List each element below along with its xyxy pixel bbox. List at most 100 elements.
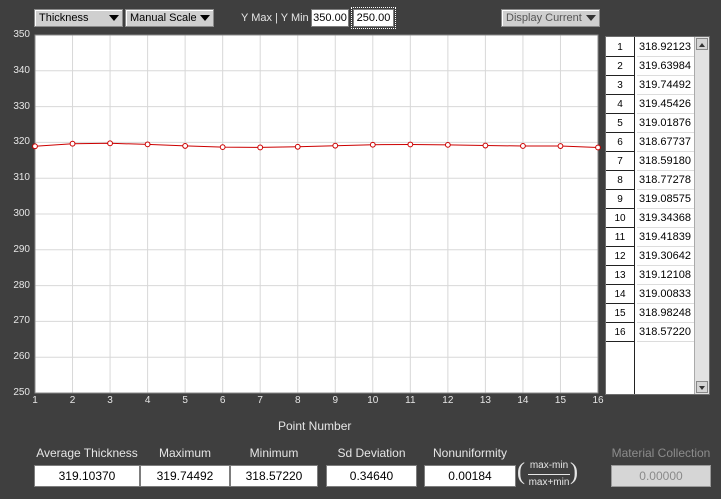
average-thickness-label: Average Thickness [36,446,138,460]
row-index: 6 [606,133,635,152]
x-tick-label: 9 [332,395,339,406]
formula-paren-close: ) [570,459,578,485]
row-index: 14 [606,285,635,304]
table-row[interactable]: 5 319.01876 [606,114,694,133]
row-value: 318.98248 [637,304,694,323]
chevron-up-icon [699,43,705,47]
x-tick-label: 15 [554,395,567,406]
y-tick-label: 300 [13,208,30,219]
table-row[interactable]: 16 318.57220 [606,323,694,342]
row-index: 3 [606,76,635,95]
formula-numerator: max-min [529,460,569,471]
average-thickness-value: 319.10370 [34,465,140,487]
x-tick-label: 6 [219,395,226,406]
table-row[interactable]: 2 319.63984 [606,57,694,76]
row-value: 318.92123 [637,38,694,57]
row-value: 319.34368 [637,209,694,228]
x-tick-label: 3 [107,395,113,406]
table-row[interactable]: 4 319.45426 [606,95,694,114]
data-point [595,144,601,151]
row-value: 319.12108 [637,266,694,285]
y-tick-label: 340 [13,64,30,76]
row-index: 4 [606,95,635,114]
row-index: 15 [606,304,635,323]
table-row[interactable]: 3 319.74492 [606,76,694,95]
scroll-up-button[interactable] [696,38,708,50]
table-row[interactable]: 8 318.77278 [606,171,694,190]
table-row[interactable]: 7 318.59180 [606,152,694,171]
row-index: 13 [606,266,635,285]
x-tick-label: 13 [479,395,491,406]
x-tick-label: 11 [405,395,416,406]
nonuniformity-label: Nonuniformity [432,446,508,460]
formula-paren-open: ( [517,459,525,485]
table-row[interactable]: 10 319.34368 [606,209,694,228]
material-collection-label: Material Collection [611,446,711,460]
row-index: 9 [606,190,635,209]
y-tick-label: 260 [13,351,30,363]
sd-deviation-label: Sd Deviation [337,446,406,460]
data-point [482,142,489,149]
row-value: 318.67737 [637,133,694,152]
row-index: 7 [606,152,635,171]
x-tick-label: 7 [257,395,263,406]
maximum-label: Maximum [158,446,211,460]
x-tick-label: 2 [69,395,76,406]
row-index: 16 [606,323,635,342]
y-tick-label: 290 [13,243,30,255]
material-collection-value: 0.00000 [611,465,711,487]
x-tick-label: 1 [32,395,38,406]
x-tick-label: 12 [442,395,454,406]
data-point [444,141,451,148]
x-tick-label: 8 [294,395,301,406]
data-point [182,143,189,149]
table-scrollbar[interactable] [694,37,709,394]
y-tick-label: 350 [13,29,30,40]
row-index: 12 [606,247,635,266]
data-point [219,144,226,151]
data-point [332,142,339,149]
x-tick-label: 16 [592,395,604,406]
table-row[interactable]: 13 319.12108 [606,266,694,285]
row-value: 318.59180 [637,152,694,171]
scroll-down-button[interactable] [696,381,708,393]
data-point [557,143,564,149]
row-index: 10 [606,209,635,228]
table-row[interactable]: 9 319.08575 [606,190,694,209]
table-row[interactable]: 6 318.67737 [606,133,694,152]
table-row[interactable]: 1 318.92123 [606,38,694,57]
minimum-label: Minimum [249,446,299,460]
values-table[interactable]: 1 318.92123 2 319.63984 3 319.74492 4 319.45426… [605,36,710,395]
chevron-down-icon [699,386,705,390]
x-tick-label: 4 [144,395,151,406]
data-point [107,140,113,147]
row-index: 2 [606,57,635,76]
row-value: 319.01876 [637,114,694,133]
row-value: 319.74492 [637,76,694,95]
x-tick-label: 5 [182,395,188,406]
data-point [69,140,76,147]
row-value: 319.00833 [637,285,694,304]
row-value: 319.41839 [637,228,694,247]
nonuniformity-value: 0.00184 [424,465,516,487]
table-row[interactable]: 15 318.98248 [606,304,694,323]
row-index: 1 [606,38,635,57]
data-point [144,141,151,148]
maximum-value: 319.74492 [140,465,230,487]
data-point [369,141,376,148]
x-axis-label: Point Number [278,419,352,433]
row-index: 8 [606,171,635,190]
x-tick-label: 10 [367,395,379,406]
row-value: 319.45426 [637,95,694,114]
row-value: 319.08575 [637,190,694,209]
table-row[interactable]: 12 319.30642 [606,247,694,266]
y-tick-label: 310 [13,172,30,184]
table-row[interactable]: 14 319.00833 [606,285,694,304]
table-row[interactable]: 11 319.41839 [606,228,694,247]
formula-bar [528,474,570,475]
sd-deviation-value: 0.34640 [326,465,417,487]
y-tick-label: 280 [13,279,30,291]
formula-denominator: max+min [528,477,570,488]
y-tick-label: 270 [13,315,30,327]
data-point [257,144,264,151]
